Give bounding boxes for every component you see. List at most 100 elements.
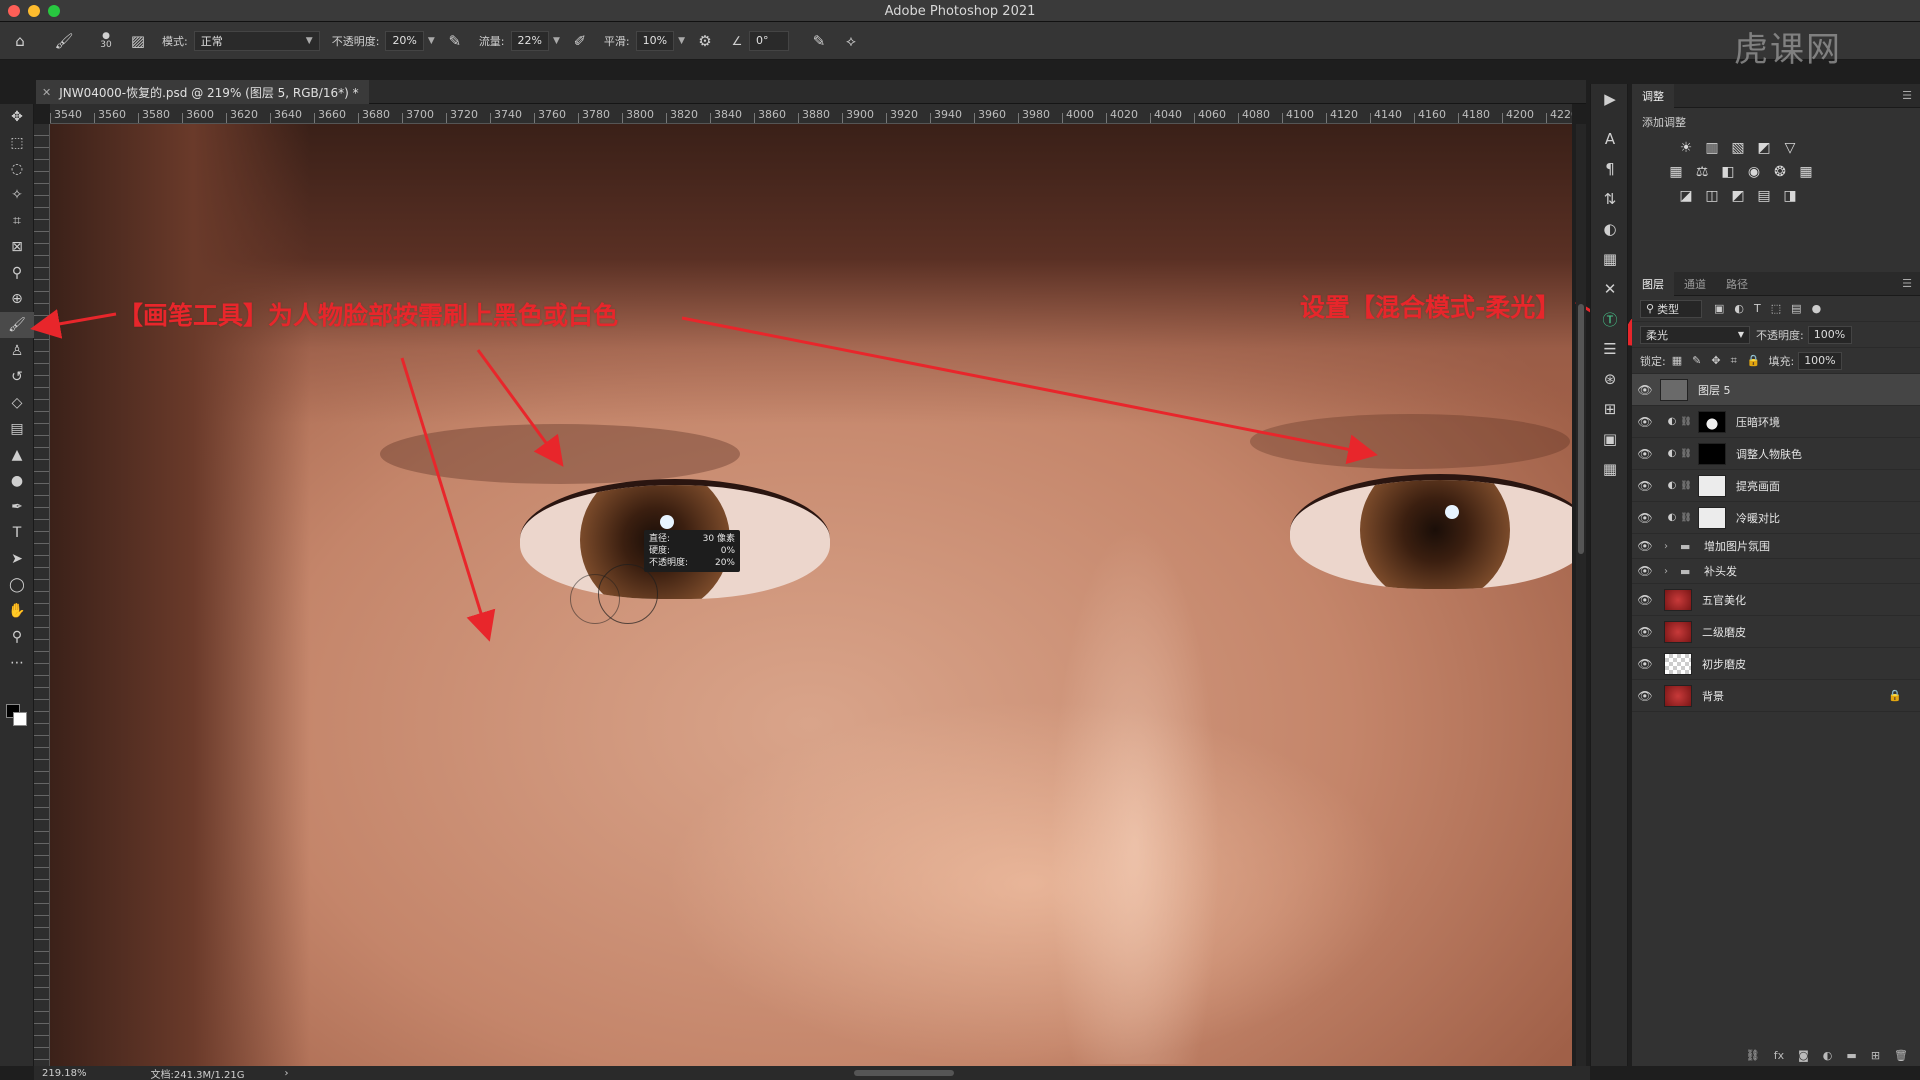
- chevron-down-icon[interactable]: ▼: [678, 36, 685, 46]
- visibility-eye-icon[interactable]: 👁: [1632, 539, 1658, 553]
- tab-paths[interactable]: 路径: [1716, 272, 1758, 296]
- layer-row[interactable]: 👁 ◐ ⛓ 冷暖对比: [1632, 502, 1920, 534]
- layer-group-row[interactable]: 👁 › ▬ 增加图片氛围: [1632, 534, 1920, 559]
- chevron-right-icon[interactable]: ›: [285, 1068, 289, 1079]
- pixel-filter-icon[interactable]: ▣: [1714, 302, 1724, 315]
- layer-mask-thumbnail[interactable]: [1698, 442, 1726, 465]
- eyedropper-tool-icon[interactable]: ⚲: [0, 260, 34, 286]
- frame-tool-icon[interactable]: ⊠: [0, 234, 34, 260]
- table-icon[interactable]: ▦: [1591, 454, 1629, 484]
- visibility-eye-icon[interactable]: 👁: [1632, 657, 1658, 671]
- flow-field[interactable]: 22%: [510, 30, 549, 51]
- smoothing-field[interactable]: 10%: [635, 30, 675, 51]
- chevron-down-icon[interactable]: ▼: [553, 36, 560, 46]
- new-layer-icon[interactable]: ⊞: [1871, 1049, 1880, 1062]
- chevron-right-icon[interactable]: ›: [1664, 566, 1676, 577]
- exposure-icon[interactable]: ◩: [1756, 140, 1772, 156]
- marquee-tool-icon[interactable]: ⬚: [0, 130, 34, 156]
- properties-icon[interactable]: ☰: [1591, 334, 1629, 364]
- brush-size-picker[interactable]: ● 30: [94, 29, 118, 53]
- channel-mixer-icon[interactable]: ❂: [1772, 164, 1788, 180]
- play-icon[interactable]: ▶: [1591, 84, 1629, 114]
- layer-row[interactable]: 👁 ◐ ⛓ 调整人物肤色: [1632, 438, 1920, 470]
- layer-row[interactable]: 👁 ◐ ⛓ 提亮画面: [1632, 470, 1920, 502]
- lasso-tool-icon[interactable]: ◌: [0, 156, 34, 182]
- hand-tool-icon[interactable]: ✋: [0, 598, 34, 624]
- lock-artboard-icon[interactable]: ⌗: [1731, 354, 1737, 368]
- crop-tool-icon[interactable]: ⌗: [0, 208, 34, 234]
- visibility-eye-icon[interactable]: 👁: [1632, 415, 1658, 429]
- brush-settings-icon[interactable]: ▨: [126, 29, 150, 53]
- magic-wand-tool-icon[interactable]: ✧: [0, 182, 34, 208]
- layers-icon[interactable]: ▣: [1591, 424, 1629, 454]
- posterize-icon[interactable]: ◫: [1704, 188, 1720, 204]
- link-icon[interactable]: ⛓: [1680, 417, 1692, 427]
- levels-icon[interactable]: ▥: [1704, 140, 1720, 156]
- lock-icon[interactable]: 🔒: [1888, 689, 1902, 702]
- layer-row[interactable]: 👁 五官美化: [1632, 584, 1920, 616]
- brush-tool-icon[interactable]: 🖌: [0, 312, 34, 338]
- smart-object-filter-icon[interactable]: ▤: [1791, 302, 1801, 315]
- tab-layers[interactable]: 图层: [1632, 271, 1674, 296]
- gradient-tool-icon[interactable]: ▤: [0, 416, 34, 442]
- channels-icon[interactable]: ⊛: [1591, 364, 1629, 394]
- type-filter-icon[interactable]: T: [1754, 302, 1761, 315]
- lock-position-icon[interactable]: ✥: [1711, 354, 1720, 368]
- lock-paint-icon[interactable]: ✎: [1692, 354, 1701, 368]
- brightness-icon[interactable]: ☀: [1678, 140, 1694, 156]
- layer-row[interactable]: 👁 二级磨皮: [1632, 616, 1920, 648]
- selective-color-icon[interactable]: ◨: [1782, 188, 1798, 204]
- libraries-icon[interactable]: ⇅: [1591, 184, 1629, 214]
- color-lookup-icon[interactable]: ▦: [1798, 164, 1814, 180]
- angle-field[interactable]: 0°: [749, 30, 789, 51]
- tools-icon[interactable]: ✕: [1591, 274, 1629, 304]
- zoom-tool-icon[interactable]: ⚲: [0, 624, 34, 650]
- history-brush-tool-icon[interactable]: ↺: [0, 364, 34, 390]
- gear-icon[interactable]: ⚙: [693, 29, 717, 53]
- more-tools-icon[interactable]: ⋯: [0, 650, 34, 676]
- vibrance-icon[interactable]: ▽: [1782, 140, 1798, 156]
- visibility-eye-icon[interactable]: 👁: [1632, 593, 1658, 607]
- adjustment-filter-icon[interactable]: ◐: [1734, 302, 1744, 315]
- visibility-eye-icon[interactable]: 👁: [1632, 447, 1658, 461]
- layer-mask-thumbnail[interactable]: [1698, 474, 1726, 497]
- new-adjustment-icon[interactable]: ◐: [1823, 1049, 1833, 1062]
- fill-field[interactable]: 100%: [1798, 351, 1843, 370]
- layer-mask-thumbnail[interactable]: [1698, 410, 1726, 433]
- type-tool-icon[interactable]: T: [0, 520, 34, 546]
- trash-icon[interactable]: 🗑: [1894, 1049, 1908, 1062]
- pen-tool-icon[interactable]: ✒: [0, 494, 34, 520]
- tab-channels[interactable]: 通道: [1674, 272, 1716, 296]
- zoom-level[interactable]: 219.18%: [42, 1068, 87, 1079]
- document-tab[interactable]: ✕ JNW04000-恢复的.psd @ 219% (图层 5, RGB/16*…: [36, 80, 369, 104]
- history-icon[interactable]: ◐: [1591, 214, 1629, 244]
- clone-stamp-tool-icon[interactable]: ♙: [0, 338, 34, 364]
- image-canvas[interactable]: 直径: 30 像素 硬度: 0% 不透明度: 20%: [50, 124, 1572, 1066]
- plugin-icon[interactable]: Ⓣ: [1591, 304, 1629, 334]
- path-selection-tool-icon[interactable]: ➤: [0, 546, 34, 572]
- layer-row[interactable]: 👁 ◐ ⛓ 压暗环境: [1632, 406, 1920, 438]
- tab-adjustments[interactable]: 调整: [1632, 83, 1674, 108]
- link-icon[interactable]: ⛓: [1680, 481, 1692, 491]
- link-layers-icon[interactable]: ⛓: [1746, 1049, 1760, 1062]
- blur-tool-icon[interactable]: ▲: [0, 442, 34, 468]
- panel-menu-icon[interactable]: ☰: [1902, 277, 1912, 290]
- visibility-eye-icon[interactable]: 👁: [1632, 479, 1658, 493]
- layer-row[interactable]: 👁 图层 5: [1632, 374, 1920, 406]
- layer-row[interactable]: 👁 背景 🔒: [1632, 680, 1920, 712]
- hue-saturation-icon[interactable]: ▦: [1668, 164, 1684, 180]
- chevron-right-icon[interactable]: ›: [1664, 541, 1676, 552]
- layer-row[interactable]: 👁 初步磨皮: [1632, 648, 1920, 680]
- layer-opacity-field[interactable]: 100%: [1807, 325, 1852, 344]
- move-tool-icon[interactable]: ✥: [0, 104, 34, 130]
- dodge-tool-icon[interactable]: ●: [0, 468, 34, 494]
- blend-mode-select[interactable]: 柔光 ▼: [1640, 325, 1750, 344]
- visibility-eye-icon[interactable]: 👁: [1632, 511, 1658, 525]
- background-color-swatch[interactable]: [13, 712, 27, 726]
- swatches-icon[interactable]: ▦: [1591, 244, 1629, 274]
- add-mask-icon[interactable]: ◙: [1798, 1049, 1809, 1062]
- close-icon[interactable]: ✕: [42, 86, 51, 99]
- invert-icon[interactable]: ◪: [1678, 188, 1694, 204]
- grid-icon[interactable]: ⊞: [1591, 394, 1629, 424]
- opacity-field[interactable]: 20%: [385, 30, 424, 51]
